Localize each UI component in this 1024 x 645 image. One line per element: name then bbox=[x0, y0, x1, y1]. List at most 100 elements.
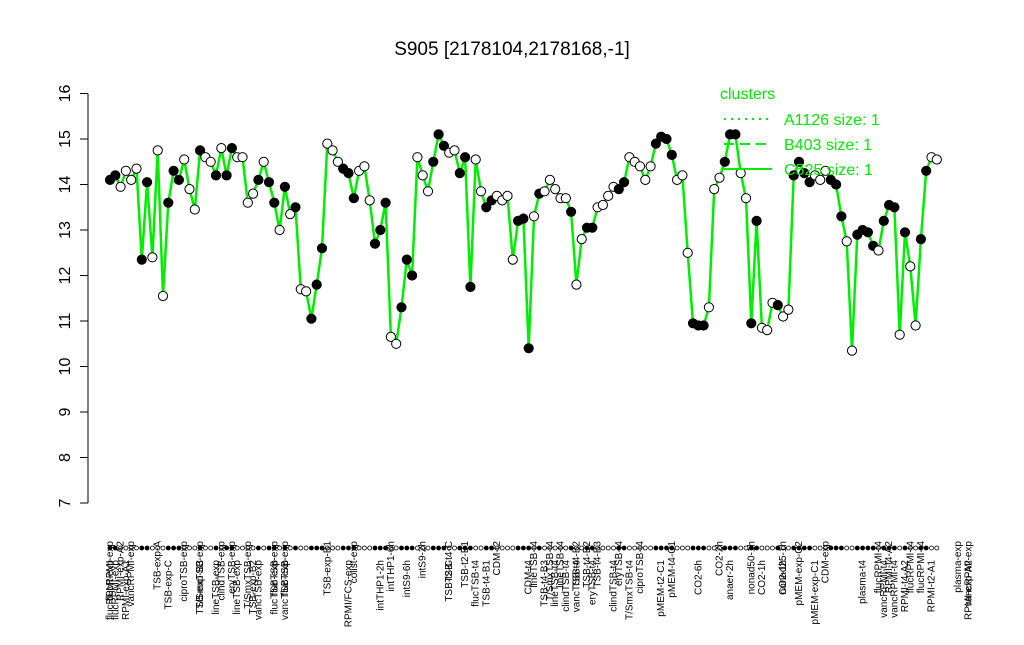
data-point bbox=[359, 161, 370, 172]
x-tick-label: CO2-2h bbox=[715, 541, 726, 576]
legend-label: A1126 size: 1 bbox=[784, 112, 880, 129]
x-tick-label: CO2-1h bbox=[757, 560, 768, 595]
x-tick-marker bbox=[404, 545, 410, 551]
x-tick-label: vancTSB-exp bbox=[280, 560, 291, 620]
data-point bbox=[576, 234, 587, 245]
x-tick-marker bbox=[770, 545, 775, 551]
data-point bbox=[269, 197, 280, 208]
x-tick-marker bbox=[648, 545, 653, 551]
data-point bbox=[640, 174, 651, 185]
x-tick-marker bbox=[521, 545, 526, 551]
data-point bbox=[396, 302, 407, 313]
data-point bbox=[142, 177, 153, 188]
x-tick-label: lineTSB-t4 bbox=[550, 560, 561, 607]
data-point bbox=[539, 186, 550, 197]
x-tick-label: lineTSB-exp bbox=[232, 560, 243, 615]
data-point bbox=[401, 254, 412, 265]
x-tick-marker bbox=[255, 545, 261, 551]
x-tick-label: intTHP1-2h bbox=[375, 560, 386, 611]
x-tick-marker bbox=[897, 545, 903, 551]
data-point bbox=[210, 170, 222, 181]
data-point bbox=[380, 197, 391, 208]
x-tick-marker bbox=[430, 545, 436, 551]
data-point bbox=[375, 224, 386, 236]
chart-title: S905 [2178104,2178168,-1] bbox=[394, 39, 630, 60]
data-point bbox=[878, 215, 889, 226]
x-tick-marker bbox=[759, 545, 765, 551]
data-point bbox=[316, 243, 328, 254]
data-point bbox=[465, 281, 476, 292]
data-point bbox=[205, 156, 216, 167]
x-tick-label: CDM-t4 bbox=[524, 560, 535, 595]
x-tick-label: pMEM-exp-C1 bbox=[810, 560, 821, 625]
x-tick-marker bbox=[685, 545, 691, 551]
x-tick-marker bbox=[505, 545, 510, 551]
x-tick-marker bbox=[293, 545, 298, 551]
x-tick-marker bbox=[340, 545, 346, 551]
x-tick-marker bbox=[653, 545, 659, 551]
data-point bbox=[772, 300, 783, 311]
x-tick-label: clindTSB-t4 bbox=[609, 560, 620, 612]
data-point bbox=[899, 227, 911, 238]
data-point bbox=[666, 149, 677, 160]
x-tick-label: TSB-exp-C bbox=[163, 560, 174, 609]
data-point bbox=[163, 197, 174, 208]
data-point bbox=[571, 279, 582, 290]
x-tick-label: RPMI-t2-A1 bbox=[927, 560, 938, 613]
data-point bbox=[226, 143, 237, 154]
x-tick-label: vancTSB-t4 bbox=[571, 560, 582, 613]
x-tick-label: pMEM-t4-C1 bbox=[667, 541, 678, 598]
data-point bbox=[841, 236, 852, 247]
data-point bbox=[566, 206, 577, 217]
y-tick-label: 7 bbox=[57, 498, 74, 507]
x-tick-label: CO2-6h bbox=[693, 560, 704, 595]
x-tick-marker bbox=[139, 545, 145, 551]
data-point bbox=[263, 177, 275, 188]
x-tick-marker bbox=[860, 545, 865, 551]
x-tick-marker bbox=[854, 545, 860, 551]
data-point bbox=[740, 193, 752, 204]
x-tick-marker bbox=[436, 545, 442, 551]
x-tick-marker bbox=[733, 545, 738, 551]
x-tick-marker bbox=[171, 545, 177, 551]
data-point bbox=[709, 184, 720, 195]
x-tick-marker bbox=[658, 545, 664, 551]
data-point bbox=[746, 318, 757, 329]
data-point bbox=[422, 186, 434, 197]
data-point bbox=[147, 252, 158, 263]
x-tick-label: T/SmxTSB-t4 bbox=[624, 560, 635, 620]
x-tick-marker bbox=[361, 545, 367, 551]
data-point bbox=[433, 129, 444, 140]
data-point bbox=[184, 184, 195, 195]
data-point bbox=[889, 202, 900, 213]
data-point bbox=[407, 270, 418, 281]
x-tick-label: vancTSB-exp bbox=[253, 560, 264, 620]
x-tick-marker bbox=[812, 545, 818, 551]
x-tick-marker bbox=[844, 545, 850, 551]
x-tick-marker bbox=[510, 545, 516, 551]
x-tick-label: pMEM-exp-C2 bbox=[794, 541, 805, 606]
x-tick-marker bbox=[473, 545, 479, 551]
x-tick-marker bbox=[833, 545, 839, 551]
x-tick-label: CO2-1h bbox=[778, 560, 789, 595]
data-point bbox=[560, 193, 571, 204]
data-point bbox=[311, 279, 322, 290]
x-tick-marker bbox=[308, 545, 314, 551]
data-point bbox=[698, 320, 709, 331]
data-point bbox=[428, 156, 439, 167]
x-tick-marker bbox=[165, 545, 171, 551]
x-tick-marker bbox=[839, 545, 844, 551]
data-point bbox=[327, 145, 338, 156]
data-point bbox=[751, 215, 762, 226]
data-point bbox=[290, 202, 301, 213]
x-tick-label: plasma-exp bbox=[953, 541, 964, 593]
data-point bbox=[279, 181, 290, 192]
data-point bbox=[348, 193, 359, 204]
y-tick-label: 14 bbox=[57, 176, 74, 194]
data-point bbox=[905, 261, 916, 272]
data-point bbox=[528, 211, 540, 222]
x-tick-label: TSB-t4-B1 bbox=[481, 560, 492, 607]
x-tick-label: flucRPMI-exp bbox=[110, 560, 121, 620]
data-point bbox=[454, 168, 465, 179]
x-tick-marker bbox=[515, 545, 521, 551]
